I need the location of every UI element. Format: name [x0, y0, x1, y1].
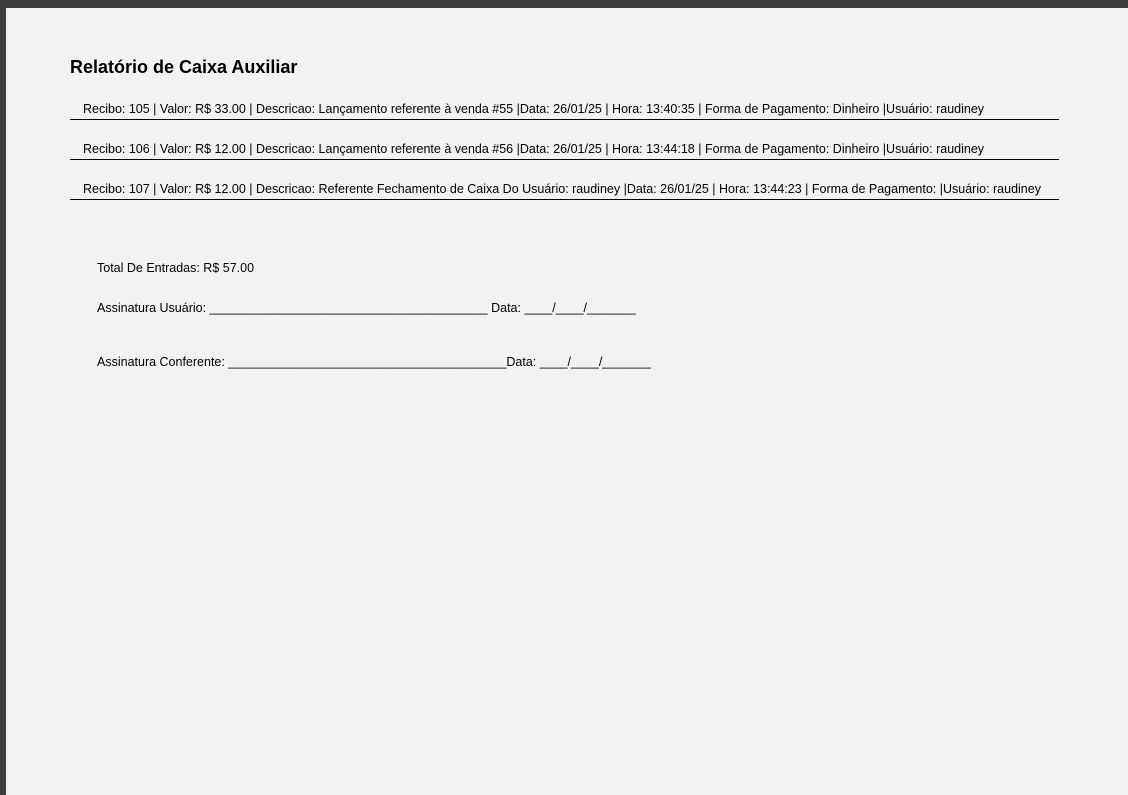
- entry-divider: [70, 159, 1059, 160]
- receipt-entry-105: Recibo: 105 | Valor: R$ 33.00 | Descrica…: [83, 102, 985, 116]
- receipt-entry-106: Recibo: 106 | Valor: R$ 12.00 | Descrica…: [83, 142, 985, 156]
- user-signature-line: Assinatura Usuário: ____________________…: [97, 301, 636, 315]
- receipt-entry-107: Recibo: 107 | Valor: R$ 12.00 | Descrica…: [83, 182, 1041, 196]
- pdf-viewer: Relatório de Caixa Auxiliar Recibo: 105 …: [0, 0, 1128, 795]
- total-entries: Total De Entradas: R$ 57.00: [97, 261, 255, 275]
- report-title: Relatório de Caixa Auxiliar: [70, 57, 298, 77]
- entry-divider: [70, 199, 1059, 200]
- checker-signature-line: Assinatura Conferente: _________________…: [97, 355, 651, 369]
- report-page: Relatório de Caixa Auxiliar Recibo: 105 …: [6, 8, 1128, 795]
- entry-divider: [70, 119, 1059, 120]
